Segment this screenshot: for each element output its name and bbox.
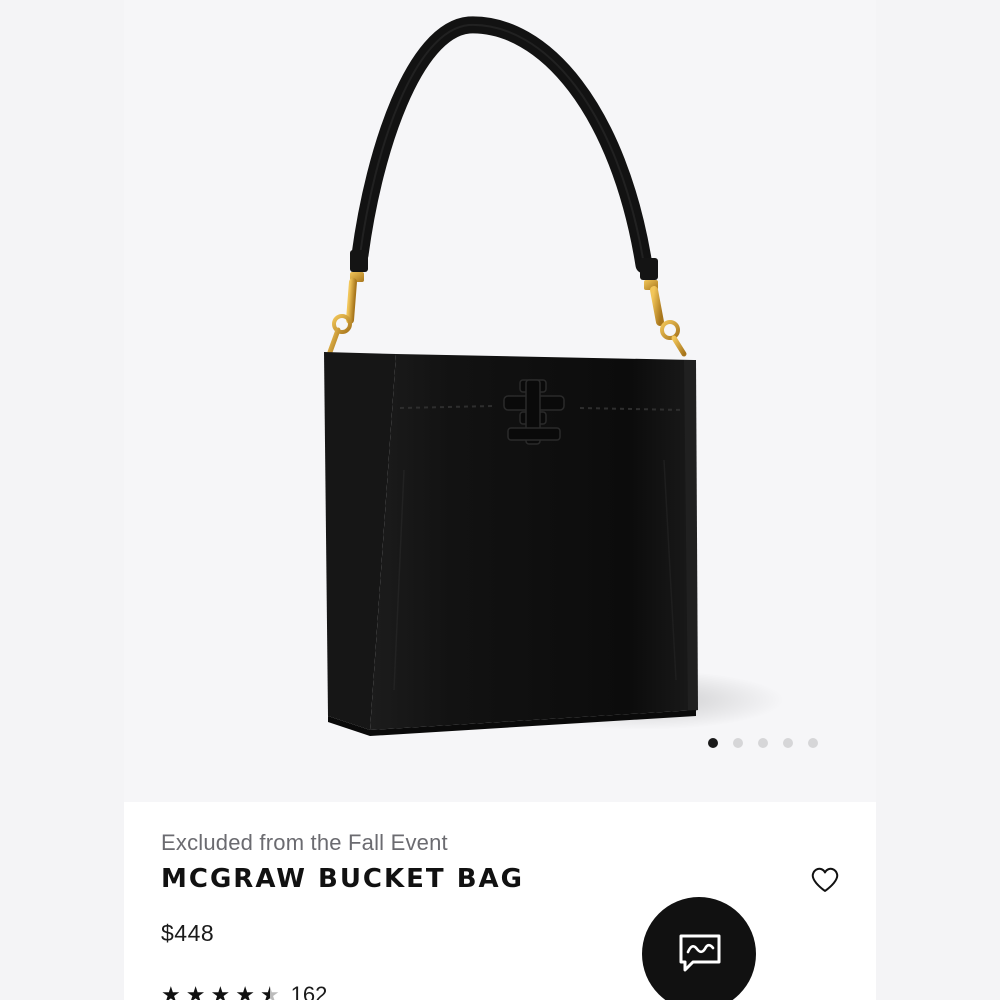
product-info: Excluded from the Fall Event MCGRAW BUCK… bbox=[124, 802, 876, 1000]
page-margin-left bbox=[0, 0, 124, 1000]
review-count: 162 bbox=[290, 982, 328, 1000]
promo-note: Excluded from the Fall Event bbox=[161, 830, 448, 855]
product-rating[interactable]: ★ ★ ★ ★ ★ 162 bbox=[161, 982, 327, 1000]
product-price: $448 bbox=[161, 920, 215, 946]
carousel-dot-2[interactable] bbox=[733, 738, 743, 748]
carousel-dot-4[interactable] bbox=[783, 738, 793, 748]
page-margin-right bbox=[876, 0, 1000, 1000]
product-image bbox=[324, 16, 784, 736]
chat-bubble-icon bbox=[679, 934, 721, 972]
star-icon: ★ bbox=[185, 982, 206, 1000]
half-star-icon: ★ bbox=[260, 984, 280, 1000]
star-icon: ★ bbox=[235, 982, 255, 1000]
carousel-dots bbox=[708, 738, 818, 748]
heart-outline-icon bbox=[811, 867, 839, 892]
carousel-dot-5[interactable] bbox=[808, 738, 818, 748]
star-icon: ★ bbox=[161, 982, 181, 1000]
product-page: Excluded from the Fall Event MCGRAW BUCK… bbox=[124, 0, 876, 1000]
wishlist-button[interactable] bbox=[810, 866, 840, 894]
carousel-dot-1[interactable] bbox=[708, 738, 718, 748]
chat-button[interactable] bbox=[642, 897, 756, 1000]
carousel-dot-3[interactable] bbox=[758, 738, 768, 748]
image-carousel[interactable] bbox=[124, 0, 876, 802]
star-icon: ★ bbox=[210, 982, 231, 1000]
product-title: MCGRAW BUCKET BAG bbox=[161, 864, 524, 894]
